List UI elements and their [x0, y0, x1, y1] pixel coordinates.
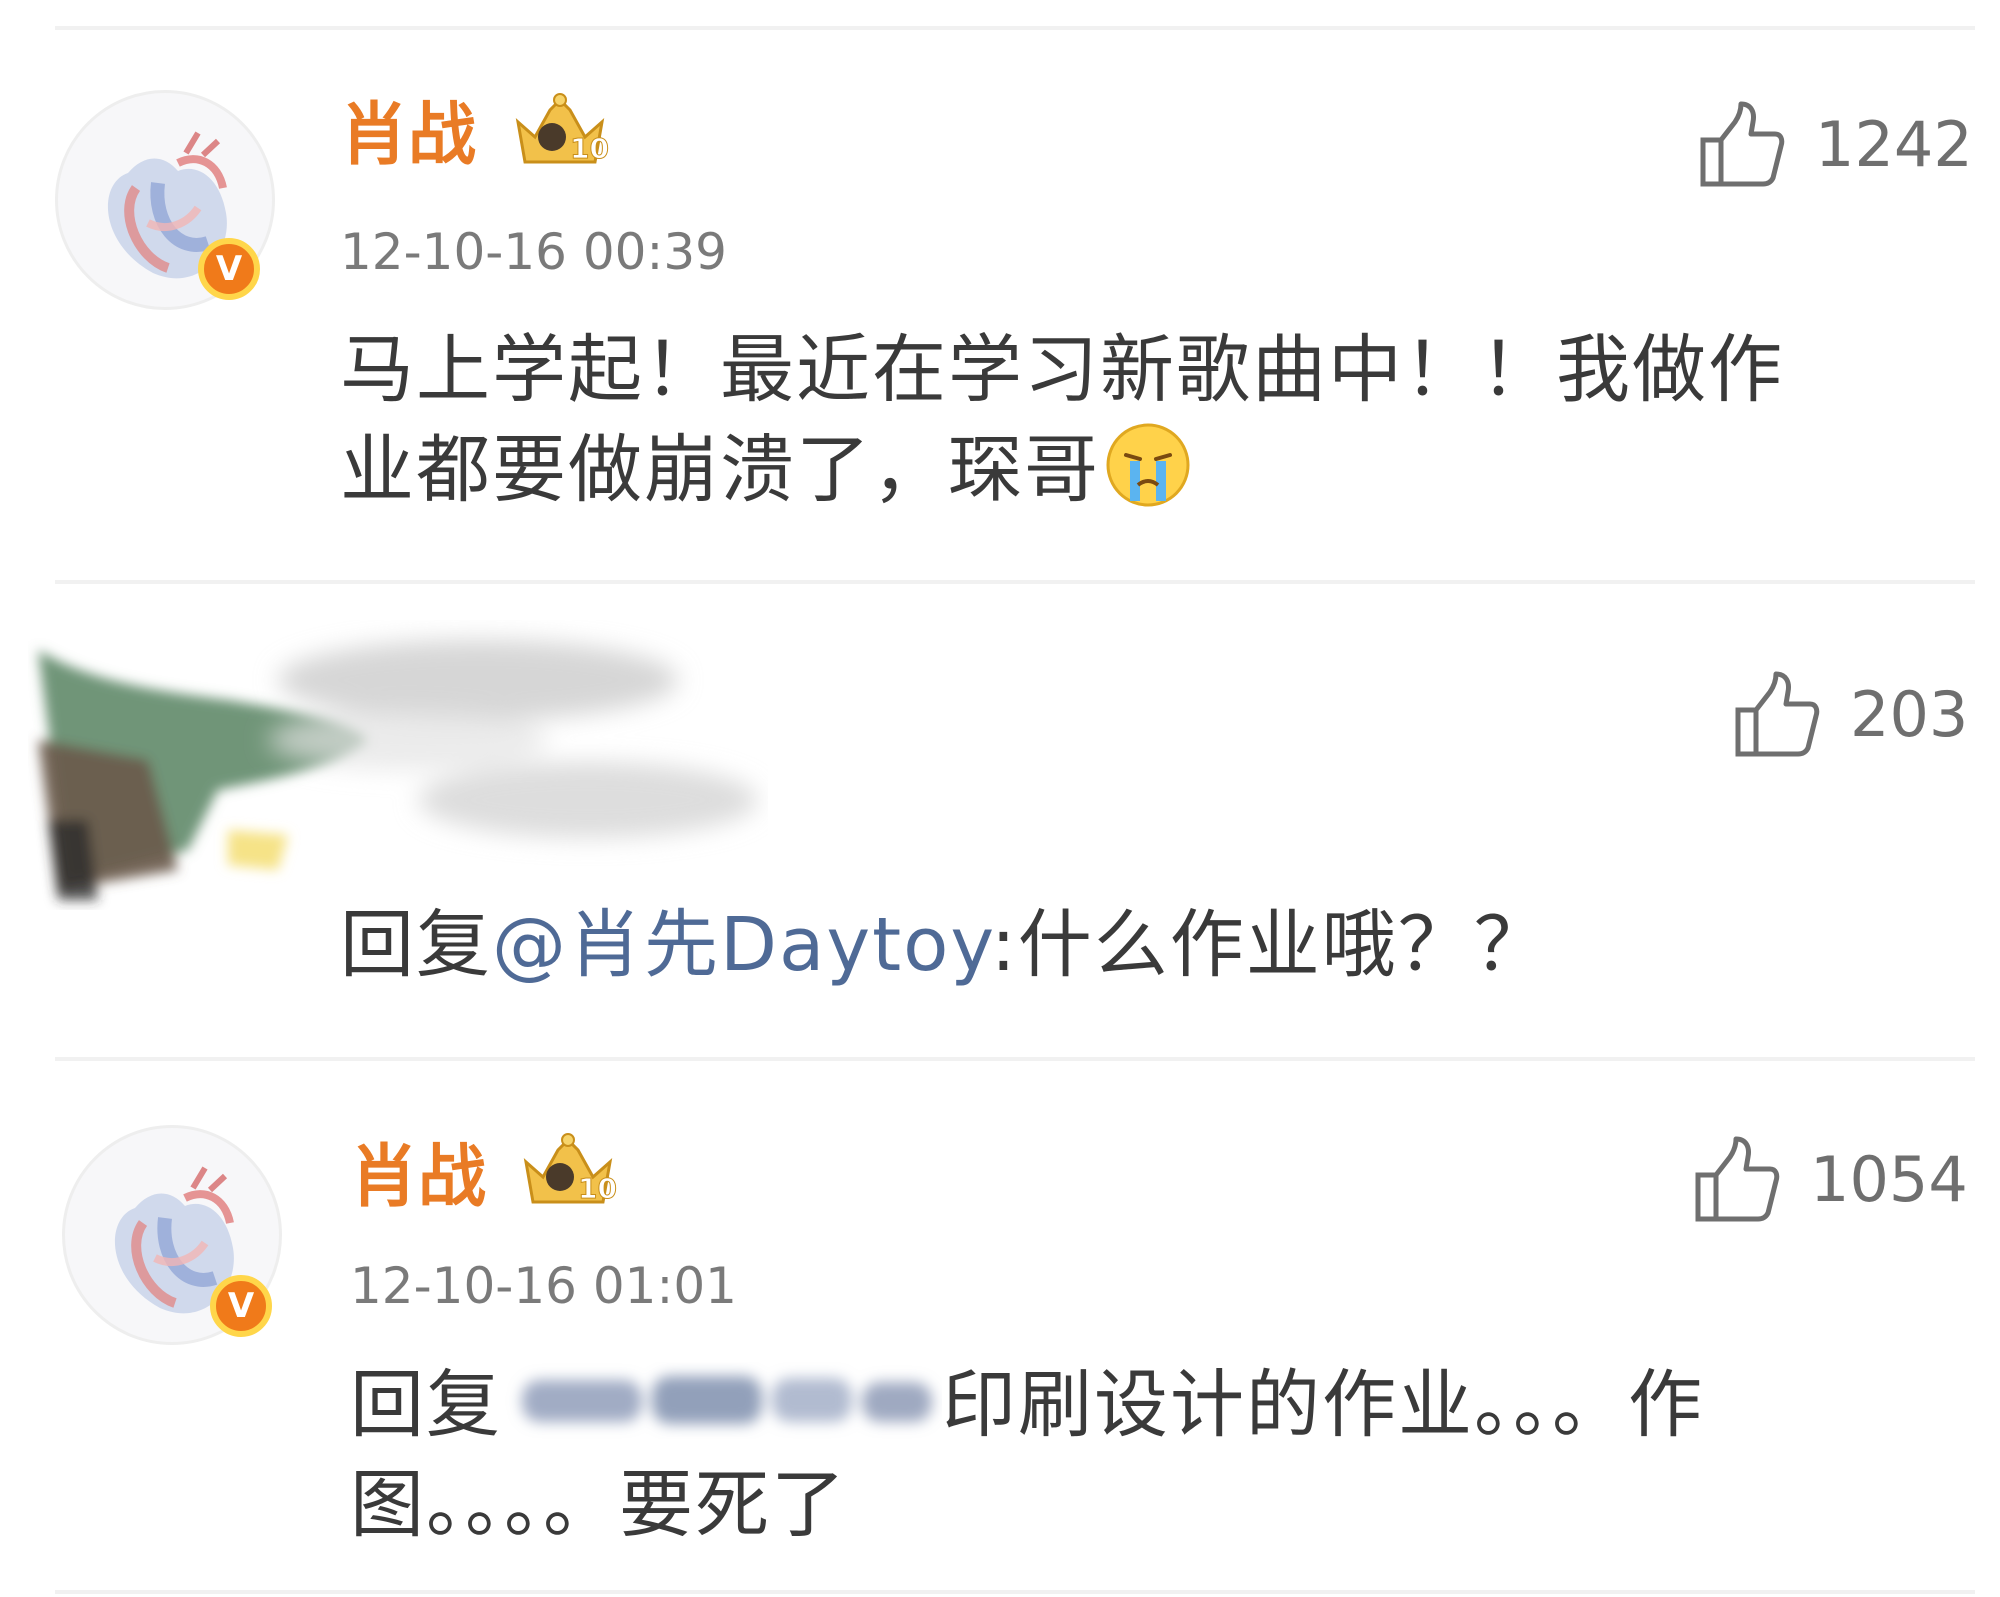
mention-link[interactable]: @肖先Daytoy — [492, 902, 991, 988]
comment-text-line: 图。。。。要死了 — [350, 1462, 847, 1548]
thumbs-up-icon — [1735, 671, 1820, 757]
comment-text-line: 回复 印刷设计的作业。。。作 — [350, 1355, 1950, 1455]
divider — [55, 1057, 1975, 1061]
divider — [55, 580, 1975, 584]
like-button[interactable]: 203 — [1730, 665, 1968, 765]
vip-crown-level-10-icon: 10 — [515, 93, 609, 166]
thumbs-up-icon — [1700, 101, 1785, 187]
divider — [55, 1590, 1975, 1594]
username[interactable]: 肖战 — [350, 1138, 486, 1218]
like-count: 203 — [1850, 678, 1969, 751]
comment-text-segment: 业都要做崩溃了，琛哥 — [340, 427, 1100, 513]
verified-v-icon: V — [210, 1275, 272, 1337]
avatar[interactable]: V — [62, 1125, 282, 1345]
comment-text: 马上学起！最近在学习新歌曲中！！我做作 业都要做崩溃了，琛哥 — [340, 320, 1980, 520]
avatar[interactable]: V — [55, 90, 275, 310]
comment-text-line: 马上学起！最近在学习新歌曲中！！我做作 — [340, 327, 1784, 413]
like-count: 1054 — [1810, 1143, 1968, 1216]
timestamp: 12-10-16 01:01 — [350, 1257, 737, 1315]
comment-feed: V 肖战 10 12-10-16 00:39 1242 马上学起！最近在学习新歌… — [0, 0, 2000, 1597]
crying-face-emoji — [1106, 423, 1190, 507]
comment-text: 回复@肖先Daytoy:什么作业哦？？ — [340, 895, 1980, 995]
reply-text: :什么作业哦？？ — [990, 902, 1550, 988]
comment-text-segment: 印刷设计的作业。。。作 — [942, 1362, 1704, 1448]
svg-text:10: 10 — [570, 132, 609, 165]
username[interactable]: 肖战 — [340, 96, 476, 176]
blurred-user-info — [38, 640, 758, 900]
svg-text:10: 10 — [578, 1172, 617, 1205]
like-count: 1242 — [1815, 108, 1973, 181]
reply-prefix: 回复 — [340, 902, 492, 988]
blurred-mention — [522, 1376, 932, 1424]
like-button[interactable]: 1242 — [1695, 95, 1973, 195]
like-button[interactable]: 1054 — [1690, 1130, 1968, 1230]
comment-text-line: 业都要做崩溃了，琛哥 — [340, 420, 1980, 520]
vip-crown-level-10-icon: 10 — [523, 1133, 617, 1206]
timestamp: 12-10-16 00:39 — [340, 223, 727, 281]
thumbs-up-icon — [1695, 1136, 1780, 1222]
divider — [55, 26, 1975, 30]
reply-prefix: 回复 — [350, 1362, 502, 1448]
verified-v-icon: V — [198, 238, 260, 300]
comment-text: 回复 印刷设计的作业。。。作 图。。。。要死了 — [350, 1355, 1950, 1555]
